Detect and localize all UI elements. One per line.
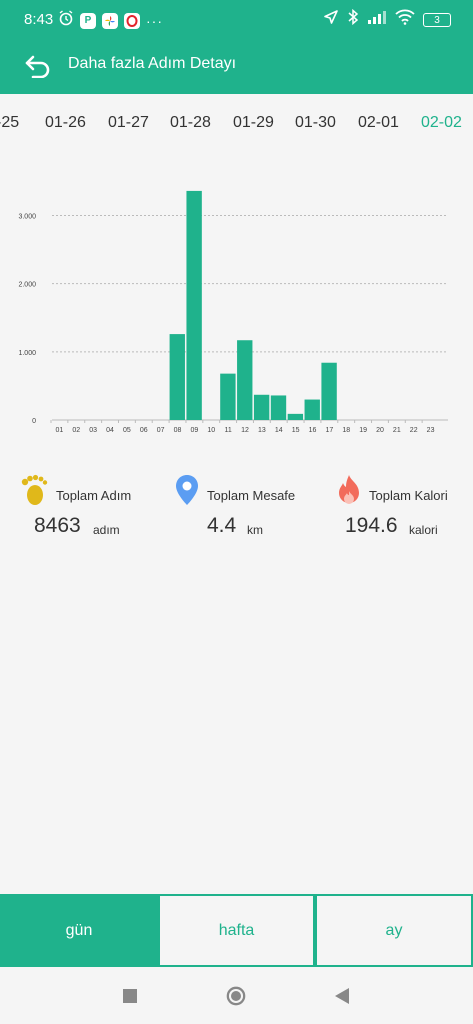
alarm-icon [58, 10, 74, 31]
recents-button[interactable] [120, 986, 140, 1006]
date-item[interactable]: -25 [0, 114, 19, 132]
opera-icon [124, 12, 140, 29]
status-notification-icons: P ··· [58, 10, 163, 31]
back-arrow-icon [25, 55, 50, 78]
date-selector: -25 01-26 01-27 01-28 01-29 01-30 02-01 … [0, 94, 473, 156]
steps-label: Toplam Adım [56, 488, 132, 503]
photos-icon [102, 12, 118, 29]
x-tick-label: 13 [258, 427, 266, 434]
stats-summary: Toplam Adım 8463 adım Toplam Mesafe 4.4 … [0, 470, 473, 560]
period-tabs: gün hafta ay [0, 894, 473, 967]
back-nav-button[interactable] [332, 986, 352, 1006]
steps-unit: adım [93, 523, 120, 537]
app-bar: Daha fazla Adım Detayı [0, 38, 473, 94]
bar [270, 395, 287, 420]
distance-value: 4.4 [207, 514, 237, 537]
app-p-icon: P [80, 12, 96, 29]
bar [169, 334, 185, 420]
x-tick-label: 01 [56, 427, 64, 434]
x-tick-label: 21 [393, 427, 401, 434]
x-tick-label: 18 [342, 427, 350, 434]
home-button[interactable] [226, 986, 246, 1006]
wifi-icon [395, 9, 415, 30]
tab-month[interactable]: ay [315, 894, 473, 967]
x-tick-label: 04 [106, 427, 114, 434]
calories-label: Toplam Kalori [369, 488, 448, 503]
triangle-back-icon [335, 988, 349, 1004]
bar [220, 373, 236, 420]
bar [304, 399, 320, 420]
more-notifications-icon: ··· [146, 12, 163, 29]
bar [237, 340, 253, 420]
date-item[interactable]: 01-28 [170, 114, 211, 132]
location-pin-icon [174, 474, 202, 506]
x-tick-label: 14 [275, 427, 283, 434]
x-tick-label: 11 [224, 427, 231, 434]
x-tick-label: 19 [359, 427, 367, 434]
calories-value: 194.6 [345, 514, 398, 537]
calories-unit: kalori [409, 523, 438, 537]
y-tick-label: 2.000 [18, 282, 36, 289]
square-icon [123, 989, 137, 1003]
bar [253, 394, 270, 420]
distance-label: Toplam Mesafe [207, 488, 296, 503]
flame-icon [336, 474, 364, 506]
bar [186, 190, 202, 420]
x-tick-label: 22 [410, 427, 418, 434]
page-title: Daha fazla Adım Detayı [68, 55, 237, 72]
status-bar: 8:43 P ··· 3 [0, 0, 473, 38]
date-item[interactable]: 01-29 [233, 114, 274, 132]
x-tick-label: 09 [190, 427, 198, 434]
steps-value: 8463 [34, 514, 81, 537]
x-tick-label: 16 [309, 427, 317, 434]
system-nav-bar [0, 967, 473, 1024]
x-tick-label: 05 [123, 427, 131, 434]
x-tick-label: 02 [72, 427, 80, 434]
distance-unit: km [247, 523, 263, 537]
x-tick-label: 03 [89, 427, 97, 434]
location-icon [323, 9, 339, 30]
tab-week[interactable]: hafta [158, 894, 315, 967]
circle-icon [226, 986, 246, 1006]
date-item-selected[interactable]: 02-02 [421, 114, 462, 132]
back-button[interactable] [22, 50, 54, 82]
battery-icon: 3 [423, 12, 451, 27]
date-item[interactable]: 01-30 [295, 114, 336, 132]
x-tick-label: 12 [241, 427, 249, 434]
signal-icon [367, 10, 387, 29]
hourly-steps-chart: 0 1.000 2.000 3.000 01 02 03 04 05 06 07 08 09 10 11 12… [0, 165, 473, 455]
bluetooth-icon [347, 8, 359, 30]
status-system-icons: 3 [323, 8, 451, 30]
y-tick-label: 1.000 [18, 350, 36, 357]
chart-svg: 0 1.000 2.000 3.000 01 02 03 04 05 06 07 08 09 10 11 12… [18, 190, 448, 434]
x-tick-label: 10 [207, 427, 215, 434]
x-tick-label: 23 [427, 427, 435, 434]
tab-day[interactable]: gün [0, 894, 158, 967]
status-time: 8:43 [24, 11, 54, 28]
x-tick-label: 20 [376, 427, 384, 434]
date-item[interactable]: 02-01 [358, 114, 399, 132]
x-tick-label: 06 [140, 427, 148, 434]
date-item[interactable]: 01-27 [108, 114, 149, 132]
y-tick-label: 0 [32, 418, 36, 425]
x-tick-label: 17 [325, 427, 333, 434]
x-tick-label: 07 [157, 427, 165, 434]
bar [287, 413, 304, 420]
x-tick-label: 08 [174, 427, 182, 434]
y-tick-label: 3.000 [18, 213, 36, 220]
bar [321, 362, 337, 420]
footprint-icon [20, 474, 48, 506]
date-item[interactable]: 01-26 [45, 114, 86, 132]
x-tick-label: 15 [292, 427, 300, 434]
